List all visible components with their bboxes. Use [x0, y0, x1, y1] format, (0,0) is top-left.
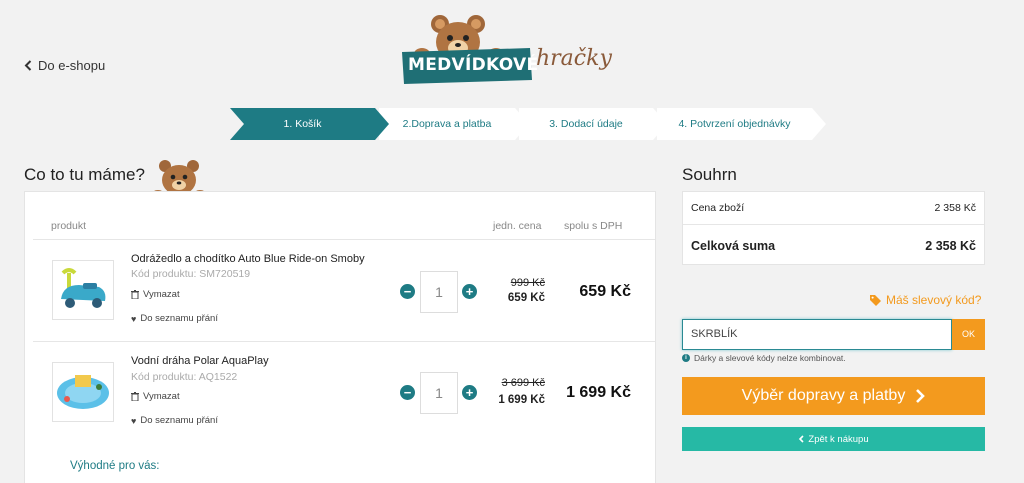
divider — [683, 224, 984, 225]
unit-price: 1 699 Kč — [498, 394, 545, 406]
item-total: 659 Kč — [579, 283, 631, 300]
decrease-qty-button[interactable]: − — [400, 385, 415, 400]
apply-discount-button[interactable]: OK — [952, 319, 985, 350]
wishlist-label: Do seznamu přání — [140, 313, 218, 324]
chevron-left-icon — [799, 435, 804, 443]
quantity-input[interactable]: 1 — [420, 372, 458, 414]
product-code: Kód produktu: AQ1522 — [131, 371, 238, 383]
cart-title: Co to tu máme? — [24, 165, 145, 184]
summary-panel: Cena zboží 2 358 Kč Celková suma 2 358 K… — [682, 191, 985, 265]
trash-icon — [131, 392, 139, 401]
product-name[interactable]: Odrážedlo a chodítko Auto Blue Ride-on S… — [131, 253, 365, 265]
divider — [33, 341, 655, 342]
total-label: Celková suma — [691, 239, 776, 253]
goods-price-row: Cena zboží 2 358 Kč — [691, 202, 976, 214]
product-image[interactable] — [52, 260, 114, 320]
summary-title: Souhrn — [682, 165, 737, 184]
discount-note-text: Dárky a slevové kódy nelze kombinovat. — [694, 353, 846, 363]
wishlist-button[interactable]: ♥ Do seznamu přání — [131, 415, 218, 426]
step-cart-label: 1. Košík — [283, 118, 322, 130]
heart-icon: ♥ — [131, 415, 137, 426]
product-code: Kód produktu: SM720519 — [131, 268, 251, 280]
back-to-eshop-link[interactable]: Do e-shopu — [24, 58, 105, 73]
discount-note: i Dárky a slevové kódy nelze kombinovat. — [682, 353, 846, 363]
step-shipping[interactable]: 2.Doprava a platba — [379, 108, 529, 140]
logo-word: MEDVÍDKOVÉ — [408, 55, 539, 75]
step-confirmation-label: 4. Potvrzení objednávky — [678, 118, 791, 130]
heart-icon: ♥ — [131, 313, 137, 324]
ride-on-car-image — [61, 268, 106, 308]
info-icon: i — [682, 354, 690, 362]
water-track-image — [57, 375, 109, 409]
back-to-shopping-label: Zpět k nákupu — [808, 433, 869, 445]
increase-qty-button[interactable]: + — [462, 385, 477, 400]
wishlist-button[interactable]: ♥ Do seznamu přání — [131, 313, 218, 324]
decrease-qty-button[interactable]: − — [400, 284, 415, 299]
quantity-input[interactable]: 1 — [420, 271, 458, 313]
old-price: 3 699 Kč — [501, 377, 545, 389]
column-unit-price: jedn. cena — [493, 220, 542, 232]
remove-label: Vymazat — [143, 289, 180, 300]
total-value: 2 358 Kč — [925, 239, 976, 253]
remove-label: Vymazat — [143, 391, 180, 402]
logo-script: hračky — [536, 46, 612, 71]
chevron-left-icon — [24, 60, 32, 71]
step-cart[interactable]: 1. Košík — [230, 108, 389, 140]
tag-icon — [870, 294, 881, 306]
unit-price: 659 Kč — [507, 292, 545, 304]
back-to-shopping-button[interactable]: Zpět k nákupu — [682, 427, 985, 451]
step-confirmation[interactable]: 4. Potvrzení objednávky — [657, 108, 826, 140]
logo[interactable]: MEDVÍDKOVÉ hračky — [400, 8, 615, 88]
discount-code-label: Máš slevový kód? — [886, 293, 982, 307]
cart-panel: produkt jedn. cena spolu s DPH Odrážedlo… — [24, 191, 656, 483]
trash-icon — [131, 290, 139, 299]
item-total: 1 699 Kč — [566, 384, 631, 401]
old-price: 999 Kč — [510, 277, 545, 289]
chevron-right-icon — [916, 389, 926, 403]
checkout-steps: 1. Košík 2.Doprava a platba 3. Dodací úd… — [230, 108, 826, 140]
continue-label: Výběr dopravy a platby — [741, 387, 906, 404]
step-shipping-label: 2.Doprava a platba — [402, 118, 492, 130]
column-total: spolu s DPH — [564, 220, 623, 232]
increase-qty-button[interactable]: + — [462, 284, 477, 299]
product-name[interactable]: Vodní dráha Polar AquaPlay — [131, 355, 269, 367]
discount-code-input[interactable]: SKRBLÍK — [682, 319, 952, 350]
back-to-eshop-label: Do e-shopu — [38, 58, 106, 73]
wishlist-label: Do seznamu přání — [140, 415, 218, 426]
total-row: Celková suma 2 358 Kč — [691, 239, 976, 253]
step-delivery-details[interactable]: 3. Dodací údaje — [519, 108, 667, 140]
discount-code-link[interactable]: Máš slevový kód? — [870, 293, 981, 307]
column-product: produkt — [51, 220, 87, 232]
divider — [33, 239, 655, 240]
remove-button[interactable]: Vymazat — [131, 391, 180, 402]
step-delivery-details-label: 3. Dodací údaje — [549, 118, 623, 130]
remove-button[interactable]: Vymazat — [131, 289, 180, 300]
continue-to-shipping-button[interactable]: Výběr dopravy a platby — [682, 377, 985, 415]
goods-price-value: 2 358 Kč — [934, 202, 976, 214]
product-image[interactable] — [52, 362, 114, 422]
goods-price-label: Cena zboží — [691, 202, 745, 214]
benefits-label: Výhodné pro vás: — [70, 460, 160, 472]
